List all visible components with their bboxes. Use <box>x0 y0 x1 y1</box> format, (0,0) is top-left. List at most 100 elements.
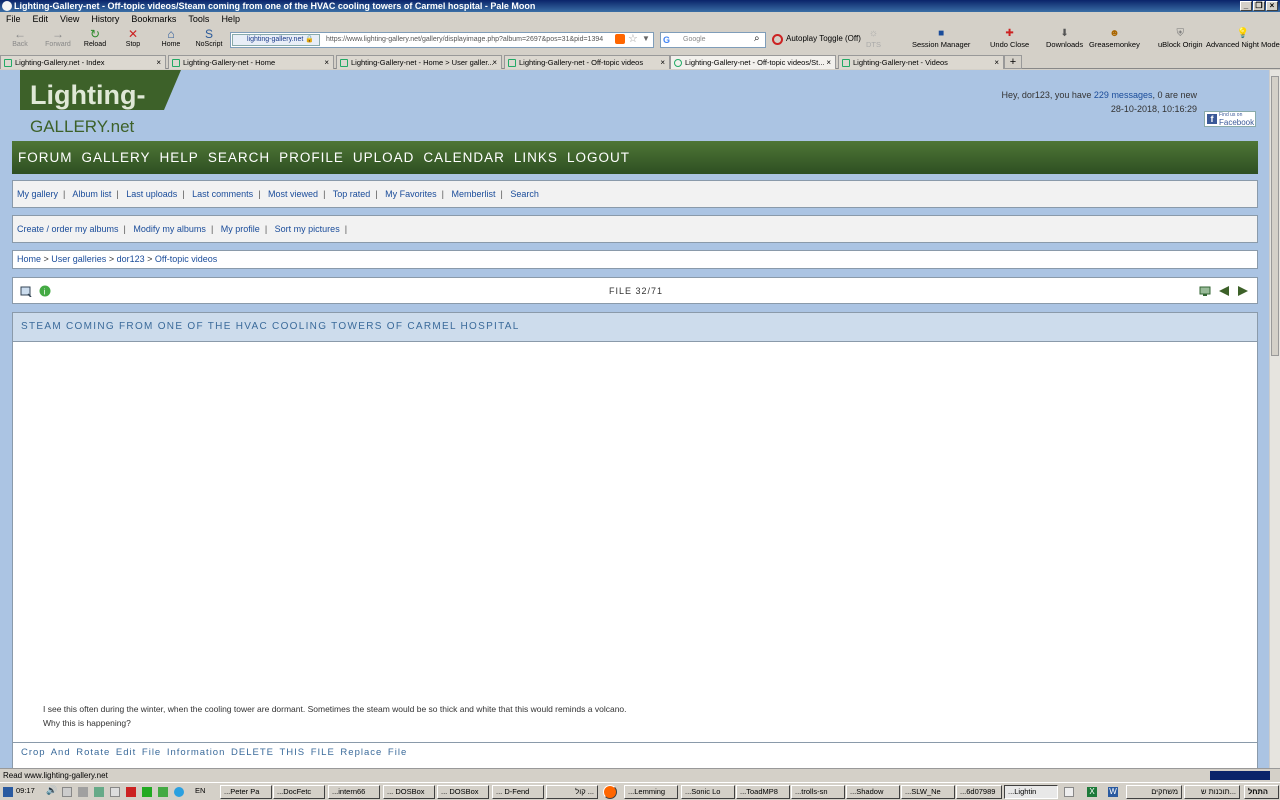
link-most-viewed[interactable]: Most viewed <box>268 189 318 199</box>
previous-arrow-icon[interactable] <box>1218 285 1230 297</box>
forward-button[interactable]: → Forward <box>40 28 76 49</box>
taskbar-item[interactable]: ... DOSBox <box>437 785 489 799</box>
nav-links[interactable]: LINKS <box>514 150 558 165</box>
link-my-profile[interactable]: My profile <box>221 224 260 234</box>
link-create-order-albums[interactable]: Create / order my albums <box>17 224 119 234</box>
taskbar-item-active[interactable]: ...Lightin <box>1004 785 1058 799</box>
undo-close-button[interactable]: ✚ Undo Close <box>990 28 1029 49</box>
video-display-area[interactable] <box>12 342 1258 742</box>
tab-user-galleries[interactable]: Lighting-Gallery-net - Home > User galle… <box>336 55 502 69</box>
crumb-home[interactable]: Home <box>17 254 41 264</box>
link-last-comments[interactable]: Last comments <box>192 189 253 199</box>
crumb-album[interactable]: Off-topic videos <box>155 254 217 264</box>
tab-close-icon[interactable]: × <box>156 56 161 69</box>
next-arrow-icon[interactable] <box>1237 285 1249 297</box>
tab-close-icon[interactable]: × <box>324 56 329 69</box>
home-button[interactable]: ⌂ Home <box>153 28 189 49</box>
restore-button[interactable]: ❐ <box>1253 1 1265 11</box>
taskbar-item[interactable]: קול ... <box>546 785 598 799</box>
nav-logout[interactable]: LOGOUT <box>567 150 630 165</box>
downloads-button[interactable]: ⬇ Downloads <box>1046 28 1083 49</box>
taskbar-item[interactable]: ...6d07989 <box>956 785 1002 799</box>
tab-close-icon[interactable]: × <box>660 56 665 69</box>
language-indicator[interactable]: EN <box>195 786 205 795</box>
crumb-user[interactable]: dor123 <box>117 254 145 264</box>
network-icon[interactable] <box>3 787 13 797</box>
tab-home[interactable]: Lighting-Gallery-net - Home × <box>168 55 334 69</box>
tray-app-icon[interactable] <box>126 787 136 797</box>
link-last-uploads[interactable]: Last uploads <box>126 189 177 199</box>
tray-app-icon[interactable] <box>78 787 88 797</box>
replace-file-link[interactable]: Replace File <box>340 747 407 758</box>
link-top-rated[interactable]: Top rated <box>333 189 371 199</box>
nav-calendar[interactable]: CALENDAR <box>423 150 505 165</box>
taskbar-item[interactable]: ...Lemming <box>624 785 678 799</box>
dts-button[interactable]: ☼ DTS <box>866 28 881 49</box>
taskbar-item[interactable]: ... D-Fend <box>492 785 544 799</box>
tray-app-icon[interactable] <box>158 787 168 797</box>
tray-app-icon[interactable] <box>62 787 72 797</box>
messages-link[interactable]: 229 messages <box>1094 90 1153 100</box>
firefox-icon[interactable] <box>603 785 617 799</box>
taskbar-item[interactable]: ...Sonic Lo <box>681 785 735 799</box>
menu-file[interactable]: File <box>0 13 27 25</box>
menu-tools[interactable]: Tools <box>182 13 215 25</box>
stop-button[interactable]: ✕ Stop <box>115 28 151 49</box>
taskbar-programs[interactable]: תוכנות ש... <box>1184 785 1240 799</box>
taskbar-item[interactable]: ...ToadMP8 <box>736 785 790 799</box>
url-text[interactable]: https://www.lighting-gallery.net/gallery… <box>326 34 612 46</box>
search-input[interactable]: Google <box>660 32 766 48</box>
greasemonkey-button[interactable]: ☻ Greasemonkey <box>1089 28 1140 49</box>
tab-active-steam[interactable]: Lighting-Gallery-net - Off-topic videos/… <box>670 55 836 69</box>
page-scrollbar[interactable] <box>1269 70 1280 768</box>
taskbar-games[interactable]: משחקים <box>1126 785 1182 799</box>
excel-icon[interactable]: X <box>1087 787 1097 797</box>
tab-close-icon[interactable]: × <box>994 56 999 69</box>
session-manager-button[interactable]: ■ Session Manager <box>912 28 970 49</box>
menu-bookmarks[interactable]: Bookmarks <box>125 13 182 25</box>
url-dropdown-icon[interactable]: ▼ <box>642 34 650 43</box>
nav-forum[interactable]: FORUM <box>18 150 73 165</box>
link-sort-pictures[interactable]: Sort my pictures <box>275 224 340 234</box>
taskbar-item[interactable]: ... DOSBox <box>383 785 435 799</box>
search-icon[interactable]: ⌕ <box>754 33 760 44</box>
slideshow-icon[interactable] <box>1199 285 1211 297</box>
new-tab-button[interactable]: + <box>1004 55 1022 69</box>
minimize-button[interactable]: _ <box>1240 1 1252 11</box>
rss-icon[interactable] <box>615 34 625 44</box>
nav-search[interactable]: SEARCH <box>208 150 270 165</box>
link-my-gallery[interactable]: My gallery <box>17 189 58 199</box>
word-icon[interactable]: W <box>1108 787 1118 797</box>
link-search[interactable]: Search <box>510 189 539 199</box>
taskbar-item[interactable]: ...Peter Pa <box>220 785 272 799</box>
taskbar-item[interactable]: ...SLW_Ne <box>901 785 955 799</box>
noscript-button[interactable]: S NoScript <box>191 28 227 49</box>
tray-app-icon[interactable] <box>142 787 152 797</box>
taskbar-item[interactable]: ...DocFetc <box>273 785 325 799</box>
taskbar-item[interactable]: ...Shadow <box>846 785 900 799</box>
nav-gallery[interactable]: GALLERY <box>82 150 151 165</box>
facebook-badge[interactable]: f Find us on Facebook <box>1204 111 1256 127</box>
nav-profile[interactable]: PROFILE <box>279 150 344 165</box>
bookmark-star-icon[interactable]: ☆ <box>628 32 638 45</box>
nav-help[interactable]: HELP <box>160 150 199 165</box>
volume-icon[interactable]: 🔊 <box>46 785 57 795</box>
close-button[interactable]: × <box>1266 1 1278 11</box>
site-logo[interactable]: Lighting- GALLERY.net <box>16 70 181 136</box>
nav-upload[interactable]: UPLOAD <box>353 150 415 165</box>
reload-button[interactable]: ↻ Reload <box>77 28 113 49</box>
tab-close-icon[interactable]: × <box>826 56 831 69</box>
ublock-button[interactable]: ⛨ uBlock Origin <box>1158 28 1203 49</box>
tab-index[interactable]: Lighting-Gallery.net - Index × <box>0 55 166 69</box>
menu-history[interactable]: History <box>85 13 125 25</box>
edit-file-info-link[interactable]: Edit File Information <box>116 747 225 758</box>
tray-app-icon[interactable] <box>110 787 120 797</box>
link-my-favorites[interactable]: My Favorites <box>385 189 437 199</box>
crop-rotate-link[interactable]: Crop And Rotate <box>21 747 110 758</box>
taskbar-item[interactable]: ...intern66 <box>328 785 380 799</box>
skype-icon[interactable] <box>174 787 184 797</box>
menu-edit[interactable]: Edit <box>27 13 55 25</box>
document-icon[interactable] <box>1064 787 1074 797</box>
tab-videos[interactable]: Lighting-Gallery-net - Videos × <box>838 55 1004 69</box>
link-modify-albums[interactable]: Modify my albums <box>133 224 206 234</box>
